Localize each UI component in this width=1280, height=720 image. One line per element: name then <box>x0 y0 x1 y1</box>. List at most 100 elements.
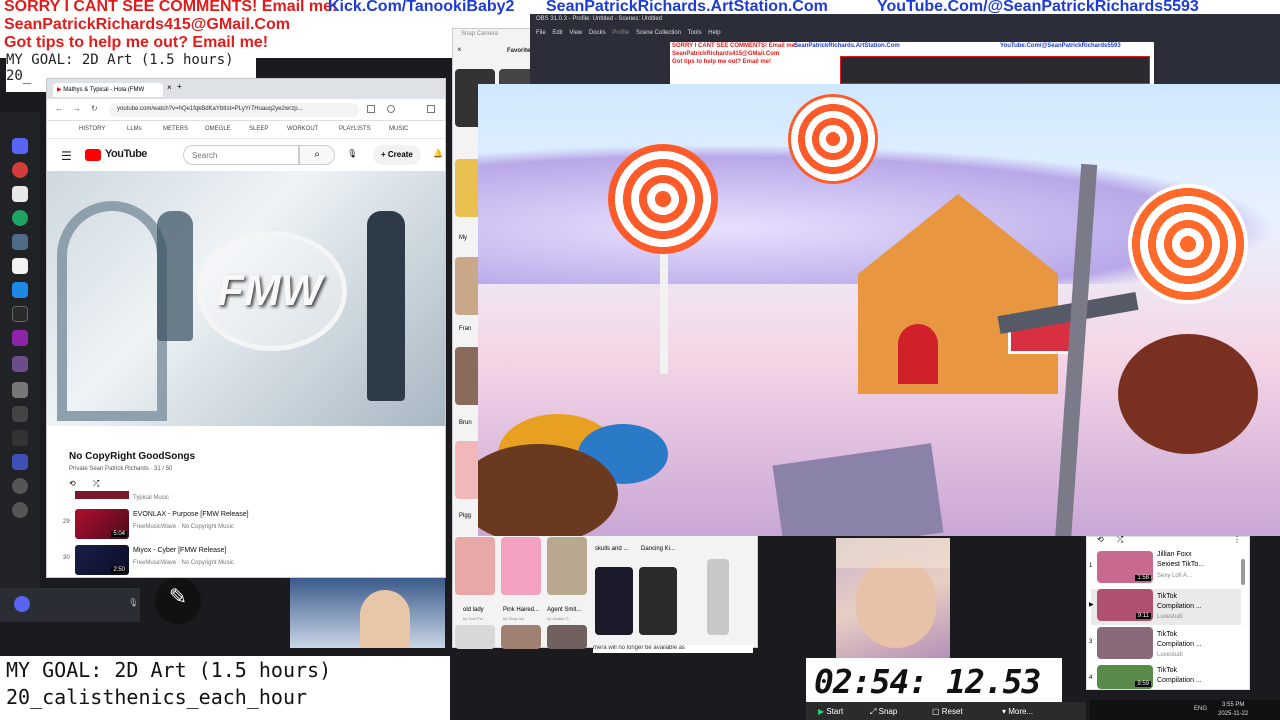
reset-button[interactable]: ▢ Reset <box>932 707 963 716</box>
shuffle-icon[interactable]: ⤮ <box>93 479 99 489</box>
bookmark-workout[interactable]: WORKOUT <box>287 126 318 132</box>
obs-menu-view[interactable]: View <box>569 30 582 36</box>
lens-thumbnail[interactable] <box>547 625 587 649</box>
bookmark-history[interactable]: HISTORY <box>79 126 105 132</box>
app-icon[interactable] <box>12 430 28 446</box>
lens-thumbnail[interactable] <box>455 537 495 595</box>
close-icon[interactable]: × <box>457 45 462 54</box>
obs-menu-tools[interactable]: Tools <box>688 30 702 36</box>
queue-item[interactable]: 4 9:59 TikTok Compilation ... <box>1089 665 1241 689</box>
extension-icon[interactable] <box>367 105 375 113</box>
playlist-item[interactable]: 29 5:04 EVONLAX - Purpose [FMW Release] … <box>47 507 445 539</box>
bookmark-sleep[interactable]: SLEEP <box>249 126 268 132</box>
app-icon[interactable] <box>12 454 28 470</box>
create-button[interactable]: + Create <box>373 145 421 165</box>
queue-item[interactable]: 1 1:58 Jillian Foxx Sexiest TikTo... Sex… <box>1089 551 1241 587</box>
bookmark-music[interactable]: MUSIC <box>389 126 408 132</box>
app-icon[interactable] <box>12 282 28 298</box>
app-icon[interactable] <box>12 186 28 202</box>
duration-badge: 5:04 <box>111 531 127 537</box>
bookmark-llms[interactable]: LLMs <box>127 126 142 132</box>
app-icon[interactable] <box>12 162 28 178</box>
clock-time[interactable]: 3:55 PM <box>1222 702 1244 708</box>
obs-menu-profile[interactable]: Profile <box>612 30 629 36</box>
app-icon[interactable] <box>12 330 28 346</box>
youtube-favicon-icon: ▶ <box>57 87 62 93</box>
more-options-icon[interactable]: ⋮ <box>1233 535 1241 544</box>
forward-arrow-icon[interactable]: → <box>73 104 81 113</box>
bookmark-omegle[interactable]: OMEGLE <box>205 126 231 132</box>
app-icon[interactable] <box>12 210 28 226</box>
video-player[interactable]: FMW <box>47 171 445 426</box>
reset-label: Reset <box>941 707 963 716</box>
obs-menu-docks[interactable]: Docks <box>589 30 606 36</box>
queue-item[interactable]: 3 TikTok Compilation ... Luxestudi <box>1089 627 1241 663</box>
discord-icon[interactable] <box>14 596 30 612</box>
playlist-item[interactable]: 30 2:50 Miyox - Cyber [FMW Release] Free… <box>47 543 445 575</box>
microphone-icon[interactable]: 🎙 <box>347 149 357 158</box>
language-indicator[interactable]: ENG <box>1194 706 1207 712</box>
youtube-logo-text[interactable]: YouTube <box>105 148 147 160</box>
lens-thumbnail[interactable] <box>501 625 541 649</box>
snap-button[interactable]: ⤢ Snap <box>870 707 897 717</box>
app-icon[interactable] <box>12 306 28 322</box>
youtube-search-input[interactable]: Search <box>183 145 299 165</box>
lens-label: Brun <box>459 420 472 426</box>
app-icon[interactable] <box>12 502 28 518</box>
obs-menu-file[interactable]: File <box>536 30 546 36</box>
app-icon[interactable] <box>12 258 28 274</box>
app-icon[interactable] <box>12 406 28 422</box>
app-icon[interactable] <box>12 234 28 250</box>
shuffle-icon[interactable]: ⤮ <box>1117 535 1123 545</box>
lens-thumbnail[interactable] <box>501 537 541 595</box>
tab-close-icon[interactable]: × <box>167 83 172 92</box>
bookmark-playlists[interactable]: PLAYLISTS <box>339 126 371 132</box>
bookmark-meters[interactable]: METERS <box>163 126 188 132</box>
lens-thumbnail[interactable] <box>547 537 587 595</box>
scrollbar-thumb[interactable] <box>1241 559 1245 585</box>
back-arrow-icon[interactable]: ← <box>55 104 63 113</box>
obs-menu-scene-collection[interactable]: Scene Collection <box>636 30 681 36</box>
search-icon[interactable]: ⌕ <box>299 145 335 165</box>
address-bar[interactable]: youtube.com/watch?v=hQe1fqkBdKaYbttst=PL… <box>109 103 359 117</box>
start-button[interactable]: ▶ Start <box>818 707 843 716</box>
snapcam-notice: mera will no longer be available as <box>593 645 753 653</box>
banner-comments-notice: SORRY I CANT SEE COMMENTS! Email me: <box>4 0 338 15</box>
lens-thumbnail[interactable] <box>595 567 633 635</box>
new-tab-icon[interactable]: + <box>177 82 182 91</box>
more-button[interactable]: ▾ More... <box>1002 707 1033 716</box>
obs-menu-edit[interactable]: Edit <box>552 30 562 36</box>
notifications-bell-icon[interactable]: 🔔 <box>433 149 443 158</box>
queue-channel: Luxestudi <box>1157 652 1183 658</box>
play-icon: ▶ <box>1089 602 1094 608</box>
add-icon[interactable] <box>12 478 28 494</box>
music-queue-panel: ⟲ ⤮ ⋮ 1 1:58 Jillian Foxx Sexiest TikTo.… <box>1086 535 1250 690</box>
menu-icon[interactable]: ☰ <box>61 149 72 163</box>
lollipop-stick <box>660 254 668 374</box>
queue-item-current[interactable]: ▶ 9:11 TikTok Compilation ... Luxestudi <box>1089 589 1241 625</box>
loop-icon[interactable]: ⟲ <box>69 479 76 488</box>
lens-thumbnail[interactable] <box>707 559 729 635</box>
app-icon[interactable] <box>12 382 28 398</box>
microphone-icon[interactable]: 🎙 <box>128 598 138 607</box>
lollipop-swirl <box>788 94 878 184</box>
playlist-meta: Private Sean Patrick Richards · 31 / 50 <box>69 466 173 472</box>
extension-icon[interactable] <box>427 105 435 113</box>
queue-channel: Luxestudi <box>1157 614 1183 620</box>
lens-thumbnail[interactable] <box>455 625 495 649</box>
browser-tab[interactable]: ▶ Mathys & Typical - Hola (FMW <box>53 83 163 97</box>
app-icon[interactable] <box>12 356 28 372</box>
extension-icon[interactable] <box>387 105 395 113</box>
loop-icon[interactable]: ⟲ <box>1097 535 1104 544</box>
draw-tool-icon[interactable]: ✎ <box>155 578 201 624</box>
discord-icon[interactable] <box>12 138 28 154</box>
reload-icon[interactable]: ↻ <box>91 104 98 113</box>
queue-thumbnail <box>1097 627 1153 659</box>
clock-date[interactable]: 2025-11-22 <box>1218 711 1248 717</box>
playlist-item-thumb[interactable] <box>75 491 129 499</box>
obs-menu-help[interactable]: Help <box>708 30 720 36</box>
mirror-nested-preview <box>840 56 1150 84</box>
youtube-logo-icon[interactable] <box>85 149 101 161</box>
lens-name: old lady <box>463 607 484 613</box>
lens-thumbnail[interactable] <box>639 567 677 635</box>
